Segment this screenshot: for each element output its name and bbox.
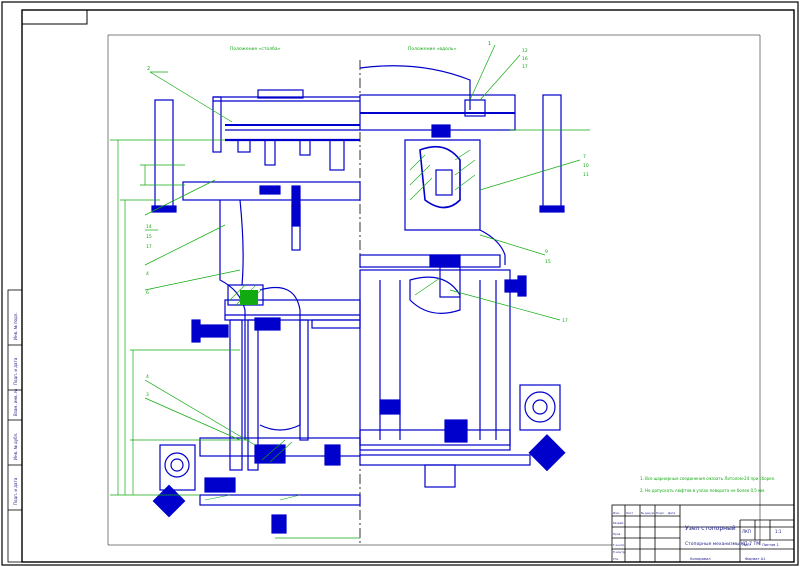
title-block-format: Формат А1 (745, 557, 765, 561)
side-stamp: Инв. № подл. Подп. и дата Взам. инв. № И… (7, 289, 23, 563)
title-block-roles: Изм. Лист № докум. Подп. Дата Разраб. Пр… (612, 511, 676, 561)
leader-number: 15 (146, 234, 152, 240)
leader-number: 10 (583, 163, 589, 169)
title-block (611, 504, 795, 563)
leader-number: 1 (488, 41, 491, 47)
title-block-sheet: Лист (742, 543, 751, 547)
title-block-role: Дата (668, 511, 676, 515)
drawing-area (107, 34, 761, 546)
side-stamp-label: Инв. № дубл. (13, 433, 18, 460)
top-left-stamp-box (21, 9, 88, 25)
title-block-role: Разраб. (613, 521, 624, 525)
leader-number: 17 (146, 244, 152, 250)
leader-number: 4 (146, 374, 149, 380)
side-stamp-label: Подп. и дата (13, 477, 18, 505)
leader-number: 16 (522, 56, 528, 62)
leader-number: 6 (146, 290, 149, 296)
tech-note-2: 2. Не допускать люфтов в узлах поворота … (640, 488, 765, 493)
title-block-name: Узел стопорный (685, 525, 736, 532)
tech-note-1: 1. Все шарнирные соединения смазать Лито… (640, 476, 775, 481)
view-label-right: Положение «вдоль» (408, 46, 456, 52)
title-block-sheets: Листов 1 (762, 543, 779, 547)
leader-number: 7 (583, 154, 586, 160)
title-block-role: Подп. (656, 511, 665, 515)
leader-number: 2 (147, 66, 150, 72)
right-hatching (409, 149, 476, 296)
title-block-role: Т.контр. (612, 543, 625, 547)
side-stamp-label: Инв. № подл. (13, 312, 18, 340)
title-block-role: Лист (626, 511, 633, 515)
leader-number: 14 (146, 224, 152, 230)
side-stamp-label: Взам. инв. № (13, 389, 18, 416)
left-hatching (204, 284, 301, 501)
left-view-assembly (151, 89, 361, 534)
view-label-left: Положение «столба» (230, 46, 281, 52)
leader-number: 11 (583, 172, 589, 178)
side-stamp-label: Подп. и дата (13, 357, 18, 385)
title-block-sheet-letter: ЛКП (742, 529, 751, 534)
leader-number: 4 (146, 271, 149, 277)
dimension-lines (110, 129, 590, 539)
leader-number: 17 (522, 64, 528, 70)
title-block-role: Утв. (613, 557, 619, 561)
title-block-role: Изм. (613, 511, 620, 515)
leader-number: 12 (522, 48, 528, 54)
title-block-mass: 1:1 (775, 529, 782, 534)
title-block-org: Копировал (690, 557, 711, 561)
title-block-role: № докум. (641, 511, 655, 515)
right-view-assembly (359, 65, 566, 488)
leader-number: 3 (146, 392, 149, 398)
leader-number: 15 (545, 259, 551, 265)
title-block-role: Н.контр. (613, 550, 626, 554)
title-block-role: Пров. (613, 532, 621, 536)
drawing-sheet: Инв. № подл. Подп. и дата Взам. инв. № И… (1, 1, 799, 566)
leader-number: 17 (562, 318, 568, 324)
leader-number: 9 (545, 249, 548, 255)
